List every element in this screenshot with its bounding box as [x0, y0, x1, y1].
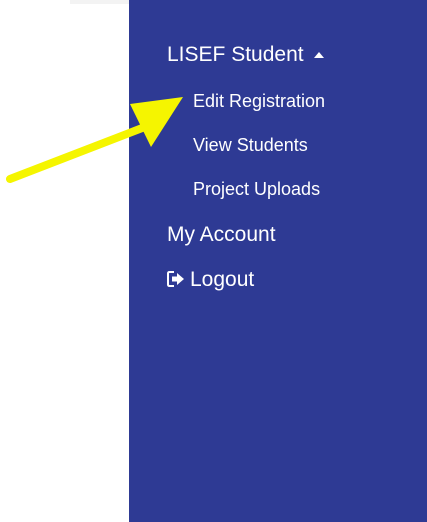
sidebar-section-label: LISEF Student	[167, 43, 304, 66]
logout-icon	[167, 271, 184, 287]
top-strip	[70, 0, 130, 4]
sidebar-item-label: Logout	[190, 268, 255, 291]
sidebar-item-view-students[interactable]: View Students	[193, 133, 308, 157]
sidebar-item-project-uploads[interactable]: Project Uploads	[193, 177, 320, 201]
sidebar-item-label: View Students	[193, 135, 308, 155]
caret-up-icon	[313, 52, 324, 58]
sidebar-nav: LISEF Student Edit Registration View Stu…	[129, 0, 427, 522]
sidebar-section-lisef-student[interactable]: LISEF Student	[167, 42, 324, 68]
sidebar-item-my-account[interactable]: My Account	[167, 222, 276, 248]
sidebar-item-label: Edit Registration	[193, 91, 326, 111]
sidebar-item-label: My Account	[167, 223, 276, 246]
sidebar-item-logout[interactable]: Logout	[167, 267, 254, 293]
sidebar-item-edit-registration[interactable]: Edit Registration	[193, 89, 325, 113]
sidebar-item-label: Project Uploads	[193, 179, 321, 199]
